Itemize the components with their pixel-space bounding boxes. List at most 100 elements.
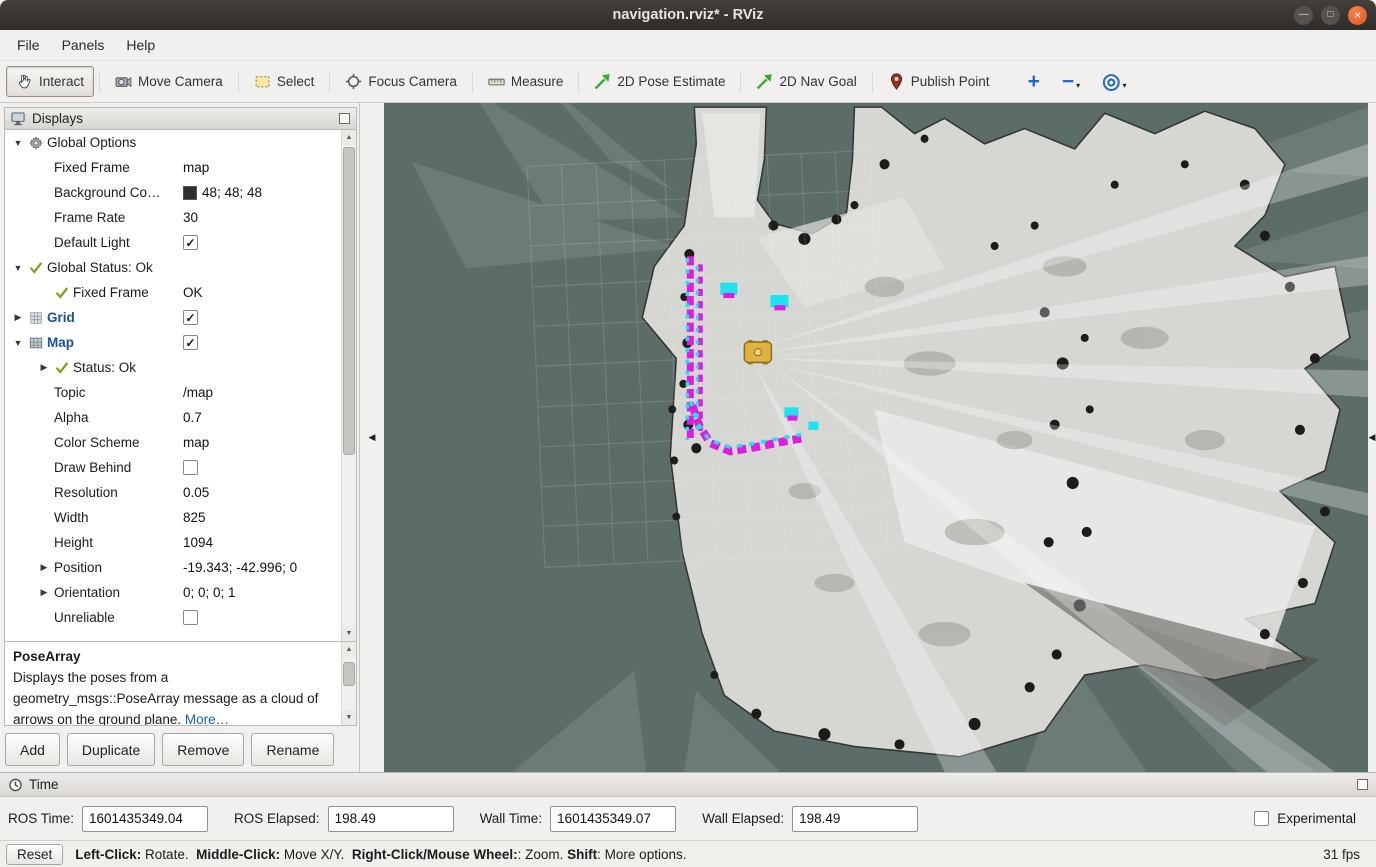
measure-icon xyxy=(488,73,505,90)
scroll-down-icon[interactable]: ▼ xyxy=(342,626,356,641)
expander-open-icon[interactable]: ▼ xyxy=(11,263,25,273)
scroll-up-icon[interactable]: ▲ xyxy=(342,130,356,145)
hint-text: Rotate. xyxy=(141,847,196,862)
statusbar: Reset Left-Click: Rotate. Middle-Click: … xyxy=(0,840,1376,867)
tree-row-global-options[interactable]: ▼Global Options xyxy=(5,130,341,155)
tool-button-2d-nav-goal[interactable]: 2D Nav Goal xyxy=(746,66,866,97)
duplicate-button[interactable]: Duplicate xyxy=(67,733,155,766)
menu-item-panels[interactable]: Panels xyxy=(51,30,116,60)
time-fields: ROS Time:1601435349.04ROS Elapsed:198.49… xyxy=(8,806,918,832)
expander-closed-icon[interactable]: ▶ xyxy=(37,587,51,598)
scrollbar-track[interactable] xyxy=(342,657,356,710)
remove-tool-button[interactable]: −▾ xyxy=(1062,73,1080,90)
close-button[interactable]: × xyxy=(1348,6,1367,25)
tree-row-map[interactable]: ▼Map✓ xyxy=(5,330,341,355)
tool-button-interact[interactable]: Interact xyxy=(6,66,94,97)
property-name: Width xyxy=(5,510,183,525)
tree-row-orientation[interactable]: ▶Orientation0; 0; 0; 1 xyxy=(5,580,341,605)
property-name: Unreliable xyxy=(5,610,183,625)
tool-button-measure[interactable]: Measure xyxy=(478,66,574,97)
maximize-button[interactable]: □ xyxy=(1321,6,1340,25)
help-scrollbar[interactable]: ▲ ▼ xyxy=(341,642,356,725)
color-swatch xyxy=(183,186,197,200)
value-text: map xyxy=(183,160,209,175)
checkbox-draw-behind[interactable] xyxy=(183,460,198,475)
tree-row-height[interactable]: Height1094 xyxy=(5,530,341,555)
expander-closed-icon[interactable]: ▶ xyxy=(11,312,25,323)
more-link[interactable]: More… xyxy=(185,712,229,725)
tool-button-publish-point[interactable]: Publish Point xyxy=(878,66,1000,97)
scroll-up-icon[interactable]: ▲ xyxy=(342,642,356,657)
menu-item-help[interactable]: Help xyxy=(115,30,166,60)
expand-right-panel-icon[interactable]: ◀ xyxy=(1369,432,1376,443)
add-tool-button[interactable]: + xyxy=(1028,73,1040,90)
tree-row-width[interactable]: Width825 xyxy=(5,505,341,530)
panel-splitter[interactable]: ◀ xyxy=(360,103,384,772)
tree-row-status-ok[interactable]: ▶Status: Ok xyxy=(5,355,341,380)
experimental-checkbox[interactable] xyxy=(1254,811,1269,826)
collapse-panel-icon[interactable]: ◀ xyxy=(369,432,376,443)
tree-row-draw-behind[interactable]: Draw Behind xyxy=(5,455,341,480)
time-panel-header[interactable]: Time xyxy=(0,773,1376,797)
displays-panel-header[interactable]: Displays xyxy=(4,107,357,130)
3d-viewport[interactable] xyxy=(384,103,1368,772)
tool-label: Move Camera xyxy=(138,74,223,89)
rename-button[interactable]: Rename xyxy=(251,733,334,766)
menu-item-file[interactable]: File xyxy=(6,30,51,60)
tree-row-color-scheme[interactable]: Color Schememap xyxy=(5,430,341,455)
wall-elapsed-value[interactable]: 198.49 xyxy=(792,806,918,832)
property-value xyxy=(183,460,341,475)
panel-float-button[interactable] xyxy=(339,113,350,124)
help-title: PoseArray xyxy=(13,646,333,667)
tree-row-topic[interactable]: Topic/map xyxy=(5,380,341,405)
tool-button-focus-camera[interactable]: Focus Camera xyxy=(335,66,467,97)
tree-row-background-co[interactable]: Background Co…48; 48; 48 xyxy=(5,180,341,205)
expander-open-icon[interactable]: ▼ xyxy=(11,138,25,148)
tree-row-unreliable[interactable]: Unreliable xyxy=(5,605,341,630)
titlebar[interactable]: navigation.rviz* - RViz — □ × xyxy=(0,0,1376,30)
tool-button-move-camera[interactable]: Move Camera xyxy=(105,66,233,97)
ros-time-value[interactable]: 1601435349.04 xyxy=(82,806,208,832)
tree-row-alpha[interactable]: Alpha0.7 xyxy=(5,405,341,430)
remove-button[interactable]: Remove xyxy=(162,733,244,766)
expander-closed-icon[interactable]: ▶ xyxy=(37,362,51,373)
scrollbar-thumb[interactable] xyxy=(343,147,355,455)
checkbox-grid[interactable]: ✓ xyxy=(183,310,198,325)
property-name: ▶Orientation xyxy=(5,585,183,600)
property-value xyxy=(183,610,341,625)
3d-scene xyxy=(384,103,1368,772)
tool-button-2d-pose-estimate[interactable]: 2D Pose Estimate xyxy=(584,66,735,97)
tool-button-select[interactable]: Select xyxy=(244,66,325,97)
robot-marker xyxy=(744,340,771,365)
tree-row-frame-rate[interactable]: Frame Rate30 xyxy=(5,205,341,230)
checkbox-default-light[interactable]: ✓ xyxy=(183,235,198,250)
panel-float-button[interactable] xyxy=(1357,779,1368,790)
tree-row-grid[interactable]: ▶Grid✓ xyxy=(5,305,341,330)
scroll-down-icon[interactable]: ▼ xyxy=(342,710,356,725)
checkbox-unreliable[interactable] xyxy=(183,610,198,625)
remove-tool-icon: − xyxy=(1062,73,1074,90)
property-label: Fixed Frame xyxy=(73,285,149,300)
expander-closed-icon[interactable]: ▶ xyxy=(37,562,51,573)
tree-row-resolution[interactable]: Resolution0.05 xyxy=(5,480,341,505)
scrollbar-thumb[interactable] xyxy=(343,662,355,686)
reset-button[interactable]: Reset xyxy=(6,844,63,865)
expander-open-icon[interactable]: ▼ xyxy=(11,338,25,348)
ros-elapsed-value[interactable]: 198.49 xyxy=(328,806,454,832)
status-ok-icon xyxy=(54,285,70,301)
tool-properties-button[interactable]: ◎▾ xyxy=(1102,73,1126,90)
tree-row-position[interactable]: ▶Position-19.343; -42.996; 0 xyxy=(5,555,341,580)
scrollbar-track[interactable] xyxy=(342,145,356,626)
tree-row-default-light[interactable]: Default Light✓ xyxy=(5,230,341,255)
right-panel-splitter[interactable]: ◀ xyxy=(1368,103,1376,772)
wall-time-value[interactable]: 1601435349.07 xyxy=(550,806,676,832)
checkbox-map[interactable]: ✓ xyxy=(183,335,198,350)
add-button[interactable]: Add xyxy=(5,733,60,766)
minimize-button[interactable]: — xyxy=(1294,6,1313,25)
tree-row-fixed-frame[interactable]: Fixed FrameOK xyxy=(5,280,341,305)
display-description-box: PoseArray Displays the poses from a geom… xyxy=(4,642,357,726)
tree-scrollbar[interactable]: ▲ ▼ xyxy=(341,130,356,641)
tree-row-fixed-frame[interactable]: Fixed Framemap xyxy=(5,155,341,180)
tree-row-global-status-ok[interactable]: ▼Global Status: Ok xyxy=(5,255,341,280)
map-icon xyxy=(28,335,44,351)
